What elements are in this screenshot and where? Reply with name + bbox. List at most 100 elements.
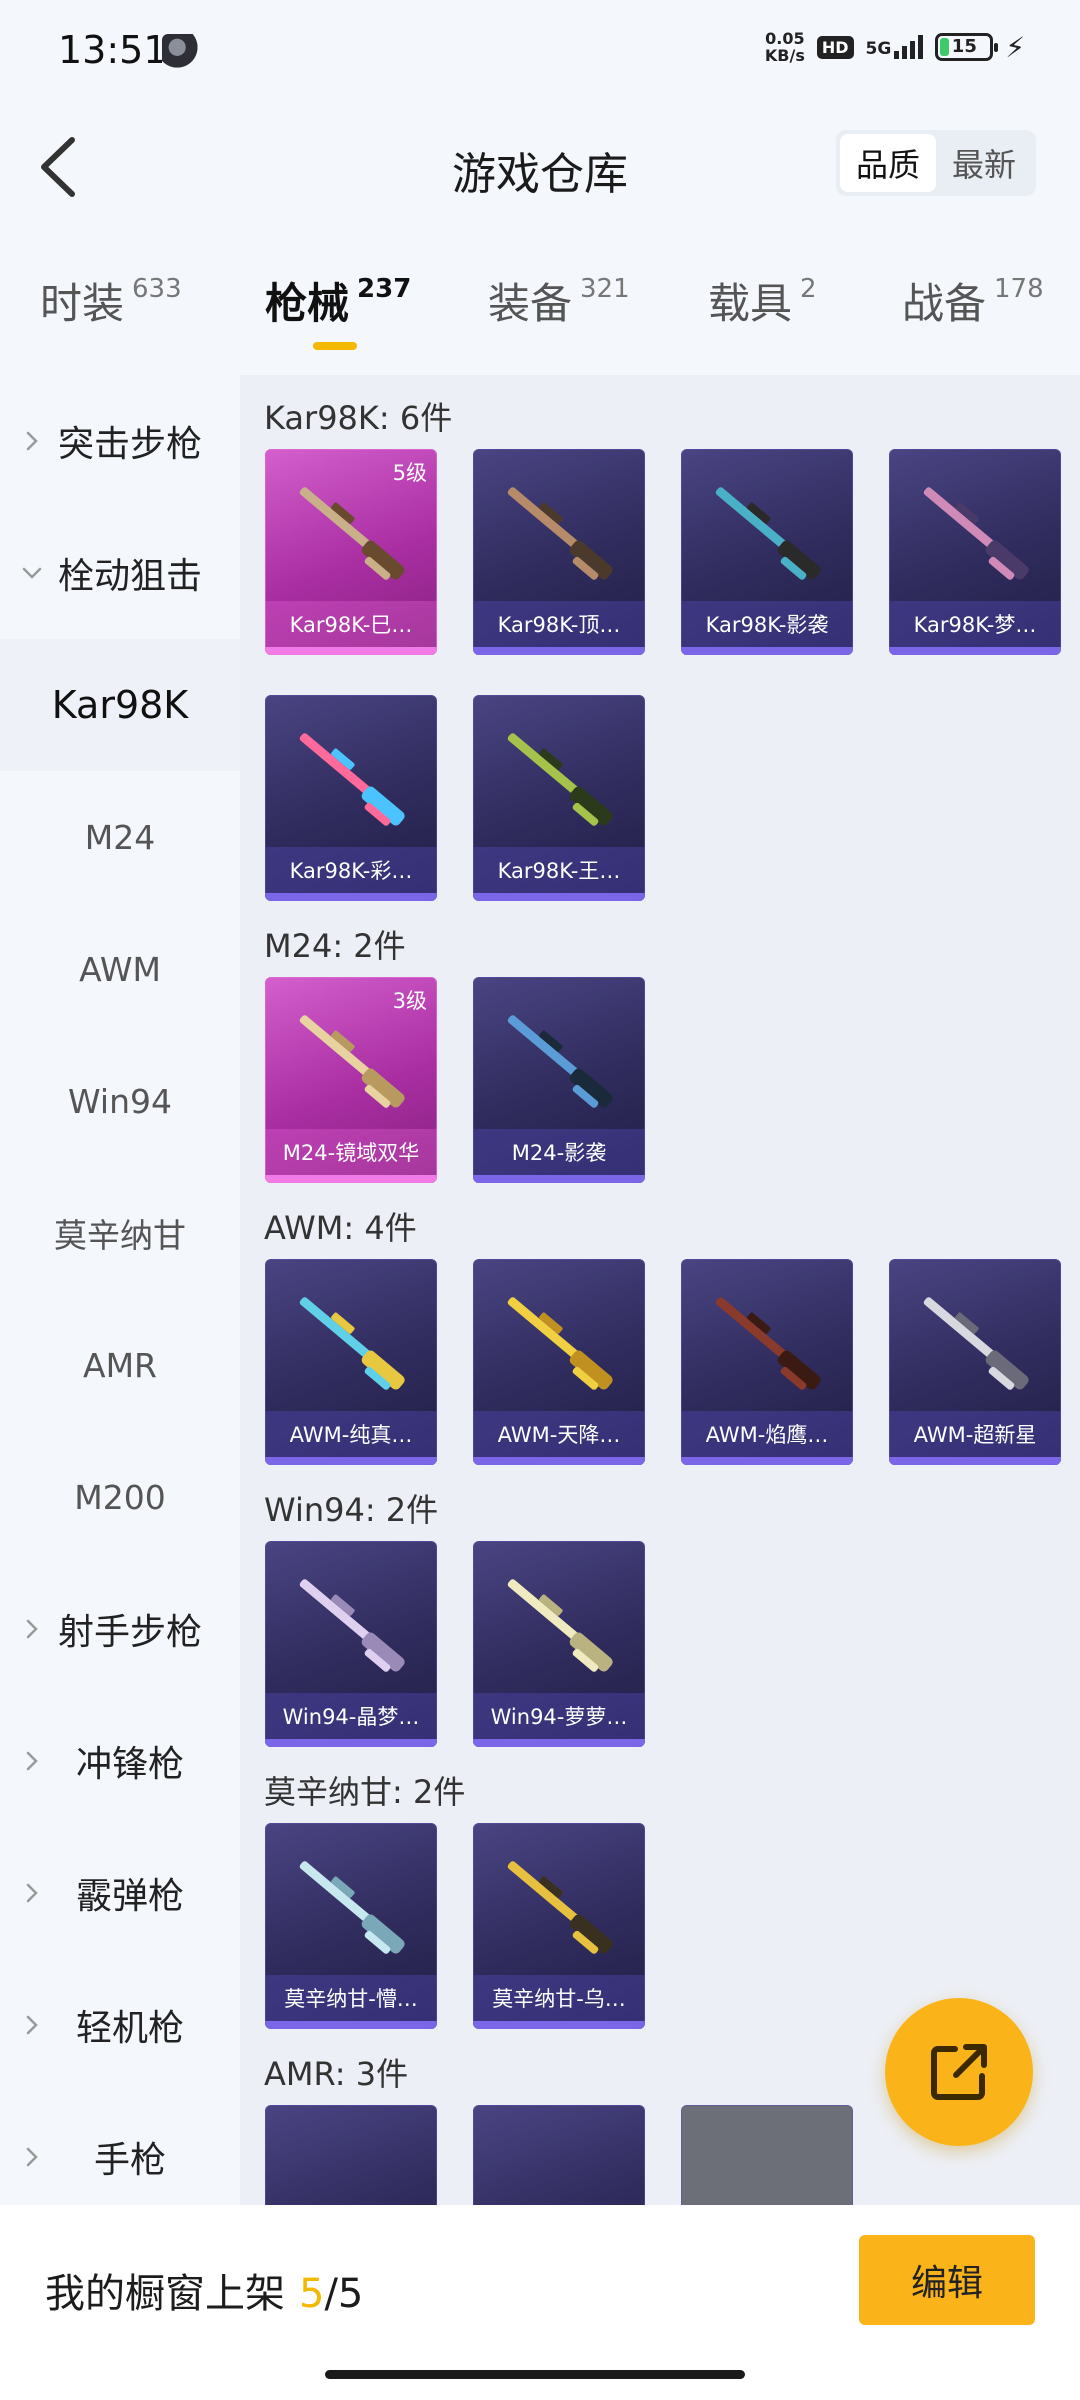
weapon-skin-card[interactable]: Win94-晶梦… bbox=[265, 1541, 437, 1747]
sidebar-item-mosin[interactable]: 莫辛纳甘 bbox=[0, 1167, 240, 1299]
rifle-icon bbox=[507, 1015, 613, 1108]
rifle-icon bbox=[507, 733, 613, 826]
rifle-icon bbox=[507, 1297, 613, 1390]
weapon-skin-card[interactable]: Kar98K-顶… bbox=[473, 449, 645, 655]
charging-icon: ⚡ bbox=[1005, 30, 1025, 64]
rifle-icon bbox=[507, 487, 613, 580]
skin-name: Win94-萝萝… bbox=[490, 1705, 628, 1729]
rifle-icon bbox=[715, 487, 821, 580]
rifle-icon bbox=[507, 1579, 613, 1672]
sidebar-item-m200[interactable]: M200 bbox=[0, 1431, 240, 1563]
sidebar-item-dmr[interactable]: 射手步枪 bbox=[0, 1563, 240, 1695]
rifle-icon bbox=[299, 1579, 405, 1672]
weapon-category-sidebar: 突击步枪 栓动狙击 Kar98K M24 AWM Win94 莫辛纳甘 AMR … bbox=[0, 375, 240, 2205]
rifle-icon bbox=[715, 1297, 821, 1390]
chevron-right-icon bbox=[26, 1883, 38, 1903]
sidebar-item-m24[interactable]: M24 bbox=[0, 771, 240, 903]
hd-icon: HD bbox=[816, 35, 854, 59]
sidebar-item-win94[interactable]: Win94 bbox=[0, 1035, 240, 1167]
weapon-skin-card[interactable]: AWM-超新星 bbox=[889, 1259, 1061, 1465]
share-button[interactable] bbox=[885, 1998, 1033, 2146]
skin-name: AWM-焰鹰… bbox=[705, 1423, 829, 1447]
weapon-skin-card[interactable]: AWM-纯真… bbox=[265, 1259, 437, 1465]
tab-firearms[interactable]: 枪械 237 bbox=[265, 270, 411, 350]
rifle-icon bbox=[923, 487, 1029, 580]
edit-button[interactable]: 编辑 bbox=[859, 2235, 1035, 2325]
showcase-label: 我的橱窗上架 5/5 bbox=[45, 2271, 364, 2317]
app-header: 游戏仓库 品质 最新 bbox=[0, 100, 1080, 230]
weapon-skin-card[interactable]: Kar98K-彩… bbox=[265, 695, 437, 901]
network-speed: 0.05 KB/s bbox=[764, 29, 805, 65]
tab-supplies[interactable]: 战备 178 bbox=[902, 270, 1044, 331]
chevron-right-icon bbox=[26, 2147, 38, 2167]
skin-name: Kar98K-巳… bbox=[289, 613, 413, 637]
weapon-skin-card[interactable] bbox=[265, 2105, 437, 2205]
sidebar-item-smg[interactable]: 冲锋枪 bbox=[0, 1695, 240, 1827]
showcase-bar: 我的橱窗上架 5/5 编辑 bbox=[0, 2205, 1080, 2400]
group-title: 莫辛纳甘: 2件 bbox=[264, 1773, 466, 1811]
skin-name: M24-镜域双华 bbox=[282, 1141, 420, 1165]
weapon-skin-card[interactable]: AWM-焰鹰… bbox=[681, 1259, 853, 1465]
weapon-skin-card[interactable]: 莫辛纳甘-乌… bbox=[473, 1823, 645, 2029]
weapon-skin-card[interactable]: Kar98K-影袭 bbox=[681, 449, 853, 655]
tab-vehicles[interactable]: 载具 2 bbox=[708, 270, 817, 331]
status-indicators: 0.05 KB/s HD 5G 15 ⚡ bbox=[765, 30, 1025, 64]
chevron-right-icon bbox=[26, 1751, 38, 1771]
sidebar-item-awm[interactable]: AWM bbox=[0, 903, 240, 1035]
weapon-skin-card[interactable] bbox=[473, 2105, 645, 2205]
weapon-skin-card[interactable]: Kar98K-梦… bbox=[889, 449, 1061, 655]
home-indicator bbox=[325, 2370, 745, 2379]
weapon-skin-card[interactable]: 莫辛纳甘-懵… bbox=[265, 1823, 437, 2029]
rifle-icon bbox=[299, 733, 405, 826]
skin-name: Kar98K-彩… bbox=[289, 859, 413, 883]
weapon-skin-card[interactable]: Win94-萝萝… bbox=[473, 1541, 645, 1747]
skin-name: Kar98K-梦… bbox=[913, 613, 1037, 637]
skin-name: Kar98K-顶… bbox=[497, 613, 621, 637]
chevron-right-icon bbox=[26, 431, 38, 451]
rifle-icon bbox=[299, 1861, 405, 1954]
group-title: AMR: 3件 bbox=[264, 2055, 409, 2093]
battery-icon: 15 bbox=[935, 33, 999, 61]
weapon-skin-card[interactable]: 3级 M24-镜域双华 bbox=[265, 977, 437, 1183]
sidebar-item-pistol[interactable]: 手枪 bbox=[0, 2091, 240, 2223]
skin-level-badge: 3级 bbox=[392, 989, 427, 1013]
tab-fashion[interactable]: 时装 633 bbox=[40, 270, 182, 331]
skin-name: AWM-天降… bbox=[497, 1423, 621, 1447]
sidebar-item-bolt-action[interactable]: 栓动狙击 bbox=[0, 507, 240, 639]
weapon-skin-card[interactable]: Kar98K-王… bbox=[473, 695, 645, 901]
rifle-icon bbox=[507, 1861, 613, 1954]
sidebar-item-lmg[interactable]: 轻机枪 bbox=[0, 1959, 240, 2091]
sort-quality-option[interactable]: 品质 bbox=[839, 134, 936, 192]
sidebar-item-amr[interactable]: AMR bbox=[0, 1299, 240, 1431]
rifle-icon bbox=[923, 1297, 1029, 1390]
skin-name: M24-影袭 bbox=[511, 1141, 607, 1165]
weapon-skin-card[interactable]: M24-影袭 bbox=[473, 977, 645, 1183]
skin-name: Kar98K-影袭 bbox=[705, 613, 829, 637]
status-time: 13:51 bbox=[58, 28, 168, 72]
skin-name: AWM-纯真… bbox=[289, 1423, 413, 1447]
group-title: Kar98K: 6件 bbox=[264, 399, 453, 437]
showcase-total-count: /5 bbox=[324, 2271, 364, 2317]
sort-newest-option[interactable]: 最新 bbox=[936, 134, 1032, 192]
group-title: M24: 2件 bbox=[264, 927, 406, 965]
chevron-down-icon bbox=[22, 567, 42, 579]
active-tab-indicator bbox=[313, 342, 357, 350]
group-title: AWM: 4件 bbox=[264, 1209, 417, 1247]
chevron-right-icon bbox=[26, 1619, 38, 1639]
notification-avatar-icon bbox=[162, 34, 200, 72]
sidebar-item-kar98k[interactable]: Kar98K bbox=[0, 639, 240, 771]
weapon-grid: Kar98K: 6件 5级 Kar98K-巳… Kar98K-顶… Kar98K-影袭 K… bbox=[240, 375, 1080, 2205]
weapon-skin-card[interactable] bbox=[681, 2105, 853, 2205]
chevron-right-icon bbox=[26, 2015, 38, 2035]
status-bar: 13:51 0.05 KB/s HD 5G 15 ⚡ bbox=[0, 0, 1080, 100]
tab-equipment[interactable]: 装备 321 bbox=[488, 270, 630, 331]
skin-name: 莫辛纳甘-懵… bbox=[284, 1987, 418, 2011]
weapon-skin-card[interactable]: 5级 Kar98K-巳… bbox=[265, 449, 437, 655]
sidebar-item-shotgun[interactable]: 霰弹枪 bbox=[0, 1827, 240, 1959]
skin-name: Win94-晶梦… bbox=[282, 1705, 420, 1729]
skin-name: 莫辛纳甘-乌… bbox=[492, 1987, 626, 2011]
showcase-current-count: 5 bbox=[299, 2271, 325, 2317]
weapon-skin-card[interactable]: AWM-天降… bbox=[473, 1259, 645, 1465]
sidebar-item-assault-rifles[interactable]: 突击步枪 bbox=[0, 375, 240, 507]
group-title: Win94: 2件 bbox=[264, 1491, 439, 1529]
